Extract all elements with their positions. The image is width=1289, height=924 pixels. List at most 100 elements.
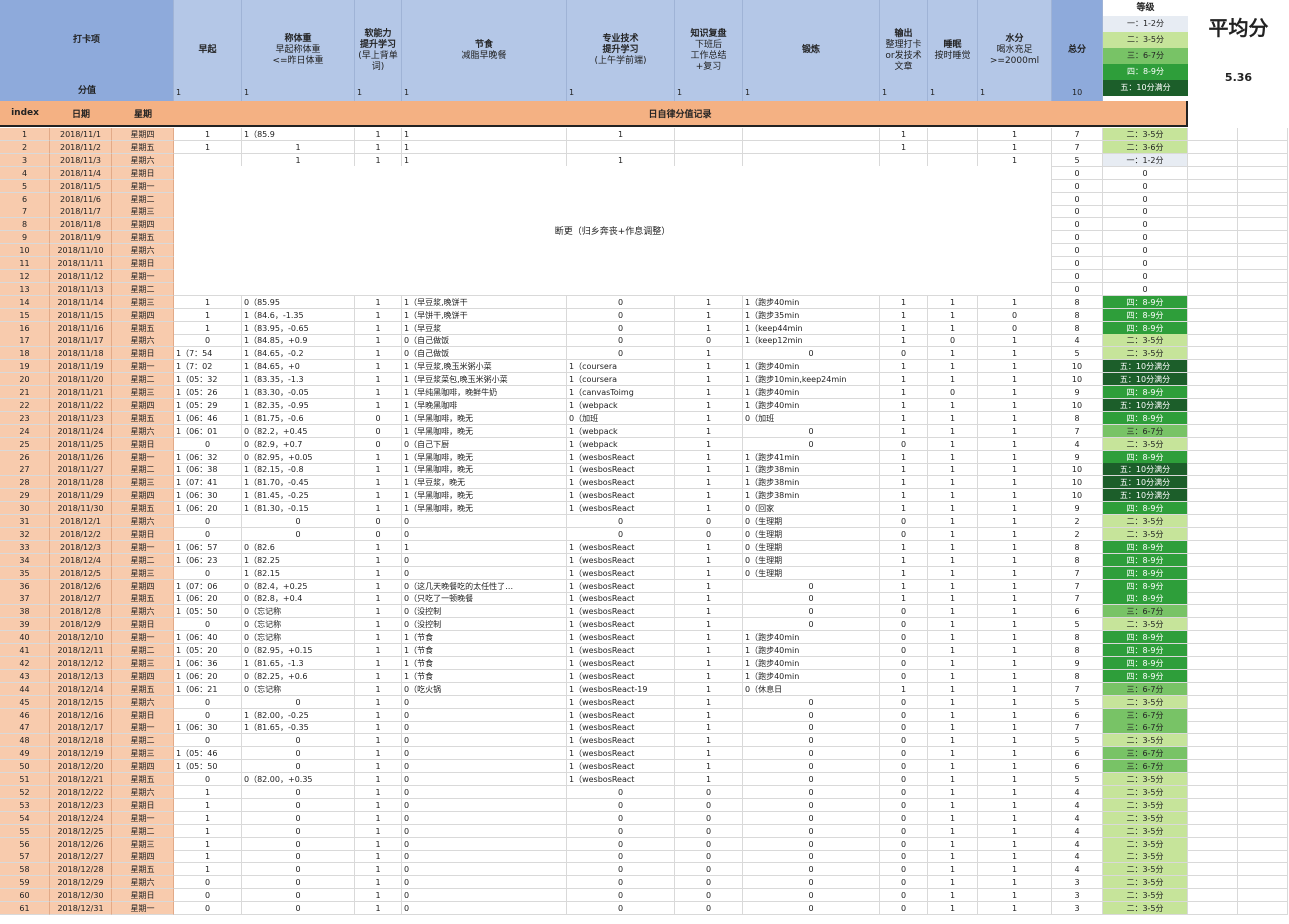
row-index: 14 [0, 295, 50, 309]
row-index: 20 [0, 373, 50, 387]
row-cell-2: 1 [355, 850, 402, 864]
row-cell-9: 1 [978, 618, 1052, 632]
row-index: 15 [0, 308, 50, 322]
header-col-sub: 早起称体重 <=昨日体重 [272, 45, 324, 66]
row-cell-1: 1（84.85，+0.9 [242, 334, 355, 348]
table-row: 56 2018/12/26 星期三 1 0 1 0 0 0 0 0 1 1 4 二：3-5分 [0, 837, 1289, 851]
row-cell-3: 0（自己下厨 [402, 437, 567, 451]
row-cell-4: 0 [567, 308, 675, 322]
row-week: 星期六 [112, 424, 174, 438]
row-cell-10: 7 [1052, 721, 1103, 735]
row-cell-6: 1（跑步41min [743, 450, 880, 464]
row-empty-cell [1188, 863, 1238, 877]
table-row: 23 2018/11/23 星期五 1（06：46 1（81.75，-0.6 0 1（早黑咖… [0, 411, 1289, 425]
row-cell-8: 1 [928, 631, 978, 645]
header-col-sub: 下班后 工作总结 +复习 [690, 39, 727, 72]
row-level: 二：3-5分 [1103, 902, 1188, 915]
row-week: 星期三 [112, 656, 174, 670]
table-row: 45 2018/12/15 星期六 0 0 1 0 1（wesbosReact 1 0 0 1 1 5 二：… [0, 695, 1289, 709]
row-cell-6 [743, 140, 880, 154]
row-cell-7: 0 [880, 347, 928, 361]
row-cell-10: 4 [1052, 863, 1103, 877]
row-cell-2: 1 [355, 334, 402, 348]
row-cell-2: 1 [355, 360, 402, 374]
row-cell-3: 0（没控制 [402, 618, 567, 632]
row-cell-7: 1 [880, 463, 928, 477]
row-cell-9: 1 [978, 760, 1052, 774]
row-level: 二：3-5分 [1103, 347, 1188, 361]
row-index: 34 [0, 553, 50, 567]
row-cell-10: 8 [1052, 553, 1103, 567]
row-week: 星期四 [112, 760, 174, 774]
row-cell-4: 1（wesbosReact [567, 489, 675, 503]
row-cell-6: 1（跑步40min [743, 386, 880, 399]
row-cell-5: 1 [675, 695, 743, 709]
row-index: 55 [0, 824, 50, 838]
row-index: 22 [0, 398, 50, 412]
row-cell-10: 0 [1052, 218, 1103, 232]
row-cell-3: 0 [402, 798, 567, 812]
row-cell-6: 1（跑步40min [743, 631, 880, 645]
row-empty-cell [1188, 682, 1238, 696]
row-week: 星期六 [112, 244, 174, 258]
row-cell-2: 1 [355, 889, 402, 903]
row-level: 三：6-7分 [1103, 682, 1188, 696]
row-cell-10: 8 [1052, 540, 1103, 554]
row-cell-7: 0 [880, 437, 928, 451]
row-index: 45 [0, 695, 50, 709]
row-cell-7: 1 [880, 373, 928, 387]
row-cell-1: 1（83.30，-0.05 [242, 386, 355, 399]
row-cell-3: 0（自己做饭 [402, 347, 567, 361]
header-col-score: 1 [244, 88, 250, 97]
row-date: 2018/12/23 [50, 798, 112, 812]
row-cell-5: 1 [675, 721, 743, 735]
row-cell-8: 1 [928, 669, 978, 683]
row-cell-0: 1（05：50 [174, 760, 242, 774]
row-cell-1: 0（82.2，+0.45 [242, 424, 355, 438]
row-week: 星期四 [112, 128, 174, 141]
row-cell-10: 10 [1052, 476, 1103, 490]
row-empty-cell [1188, 837, 1238, 851]
row-level: 二：3-5分 [1103, 811, 1188, 825]
row-level: 二：3-5分 [1103, 824, 1188, 838]
row-date: 2018/12/15 [50, 695, 112, 709]
row-level: 0 [1103, 282, 1188, 296]
row-date: 2018/12/30 [50, 889, 112, 903]
row-level: 二：3-5分 [1103, 863, 1188, 877]
row-cell-10: 0 [1052, 244, 1103, 258]
row-cell-8: 1 [928, 708, 978, 722]
row-cell-2: 1 [355, 128, 402, 141]
row-week: 星期四 [112, 669, 174, 683]
row-empty-cell [1238, 450, 1288, 464]
row-date: 2018/11/17 [50, 334, 112, 348]
row-cell-6 [743, 153, 880, 167]
row-cell-0: 1（06：20 [174, 669, 242, 683]
row-cell-9: 1 [978, 295, 1052, 309]
row-cell-2: 1 [355, 553, 402, 567]
row-empty-cell [1188, 579, 1238, 593]
row-cell-8: 1 [928, 889, 978, 903]
row-cell-1: 1（82.35，-0.95 [242, 398, 355, 412]
row-cell-8: 1 [928, 579, 978, 593]
row-cell-6: 0 [743, 618, 880, 632]
row-cell-1: 1（84.65，+0 [242, 360, 355, 374]
row-index: 53 [0, 798, 50, 812]
row-date: 2018/12/4 [50, 553, 112, 567]
row-cell-6: 0 [743, 824, 880, 838]
row-cell-2: 0 [355, 424, 402, 438]
row-level: 0 [1103, 218, 1188, 232]
row-week: 星期六 [112, 695, 174, 709]
row-cell-0: 1（06：20 [174, 502, 242, 516]
row-cell-5: 0 [675, 902, 743, 915]
row-week: 星期五 [112, 140, 174, 154]
row-date: 2018/12/10 [50, 631, 112, 645]
table-row: 33 2018/12/3 星期一 1（06：57 0（82.6 1 1 1（wesbosRea… [0, 540, 1289, 554]
row-cell-6 [743, 128, 880, 141]
row-date: 2018/11/19 [50, 360, 112, 374]
row-date: 2018/12/25 [50, 824, 112, 838]
row-cell-3: 0 [402, 527, 567, 541]
row-date: 2018/12/11 [50, 644, 112, 657]
row-date: 2018/11/3 [50, 153, 112, 167]
subhead-date: 日期 [50, 101, 112, 127]
row-date: 2018/11/9 [50, 231, 112, 245]
